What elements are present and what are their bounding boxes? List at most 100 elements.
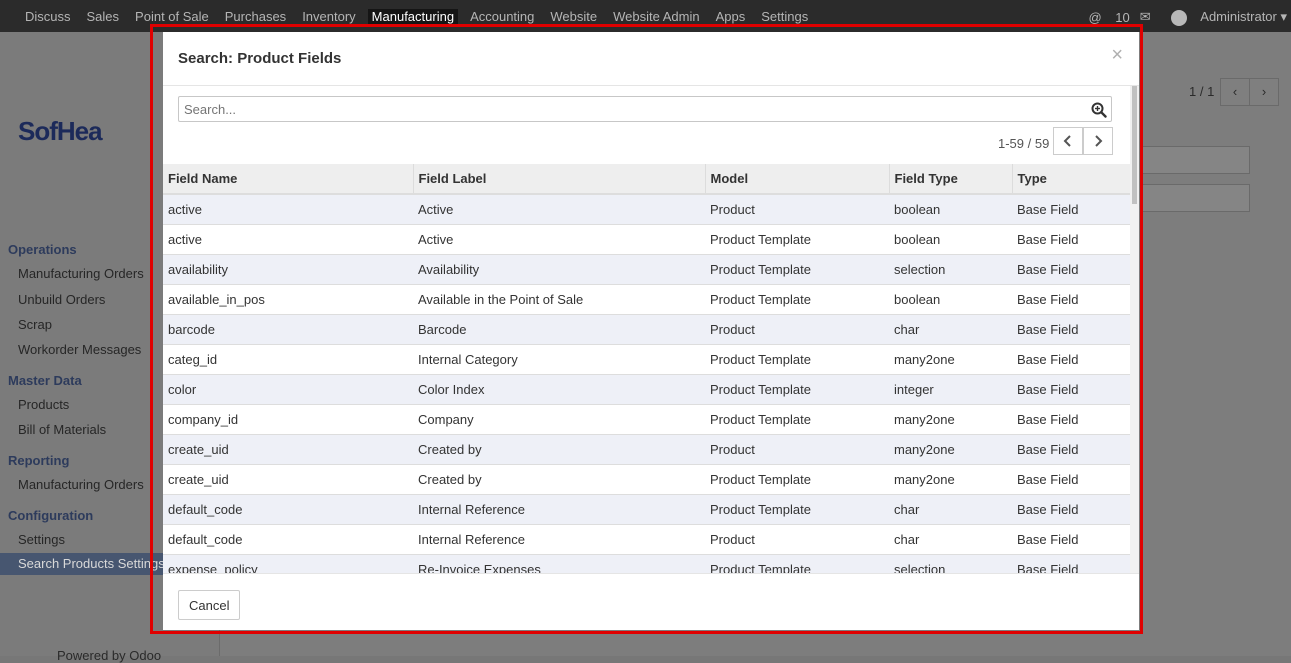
- field-type-cell: boolean: [889, 193, 1012, 225]
- dialog-footer: Cancel: [163, 573, 1139, 631]
- model-cell: Product Template: [705, 224, 889, 255]
- dialog-body: 1-59 / 59 Field Name Field Label Model F…: [163, 86, 1139, 573]
- dialog-title: Search: Product Fields: [178, 50, 342, 67]
- type-cell: Base Field: [1012, 314, 1130, 345]
- table-row[interactable]: categ_id Internal Category Product Templat…: [163, 344, 1130, 375]
- field-label-cell: Created by: [413, 434, 705, 465]
- column-header-field-type[interactable]: Field Type: [888, 164, 1012, 195]
- table-row[interactable]: create_uid Created by Product Template many…: [163, 464, 1130, 495]
- model-cell: Product Template: [705, 284, 889, 315]
- table-row[interactable]: company_id Company Product Template many2on…: [163, 404, 1130, 435]
- model-cell: Product: [705, 314, 889, 345]
- sidebar-item-unbuild-orders[interactable]: Unbuild Orders: [18, 292, 105, 307]
- menu-inventory[interactable]: Inventory: [302, 9, 355, 24]
- type-cell: Base Field: [1012, 404, 1130, 435]
- chat-icon[interactable]: ✉: [1140, 9, 1151, 25]
- dialog-header: Search: Product Fields ×: [163, 32, 1139, 86]
- notifications-count: 10: [1115, 9, 1130, 25]
- column-header-field-name[interactable]: Field Name: [163, 164, 413, 195]
- pager-previous-button[interactable]: [1053, 127, 1083, 155]
- field-type-cell: selection: [889, 554, 1012, 573]
- field-label-cell: Available in the Point of Sale: [413, 284, 705, 315]
- sidebar-item-products[interactable]: Products: [18, 397, 69, 412]
- menu-settings[interactable]: Settings: [761, 9, 808, 24]
- menu-website-admin[interactable]: Website Admin: [613, 9, 699, 24]
- sidebar-section-configuration: Configuration: [8, 508, 94, 523]
- field-label-cell: Internal Category: [413, 344, 705, 375]
- table-row[interactable]: expense_policy Re-Invoice Expenses Product…: [163, 554, 1130, 573]
- sidebar-item-manufacturing-orders[interactable]: Manufacturing Orders: [18, 266, 144, 281]
- field-name-cell: availability: [163, 254, 413, 285]
- field-type-cell: char: [889, 314, 1012, 345]
- type-cell: Base Field: [1012, 434, 1130, 465]
- field-label-cell: Re-Invoice Expenses: [413, 554, 705, 573]
- menu-manufacturing[interactable]: Manufacturing: [367, 9, 459, 24]
- sidebar-item-bill-of-materials[interactable]: Bill of Materials: [18, 422, 106, 437]
- model-cell: Product Template: [705, 254, 889, 285]
- pager-prev-button[interactable]: ‹: [1220, 78, 1250, 106]
- settings-select-1[interactable]: [1140, 146, 1250, 174]
- pager-next-button[interactable]: ›: [1249, 78, 1279, 106]
- column-header-field-label[interactable]: Field Label: [412, 164, 705, 195]
- model-cell: Product Template: [705, 464, 889, 495]
- menu-point-of-sale[interactable]: Point of Sale: [135, 9, 209, 24]
- list-pager-value[interactable]: 1-59 / 59: [998, 136, 1049, 151]
- field-label-cell: Color Index: [413, 374, 705, 405]
- field-name-cell: color: [163, 374, 413, 405]
- table-row[interactable]: default_code Internal Reference Product Te…: [163, 494, 1130, 525]
- scrollbar-thumb[interactable]: [1132, 86, 1137, 204]
- field-type-cell: char: [889, 524, 1012, 555]
- type-cell: Base Field: [1012, 554, 1130, 573]
- user-menu[interactable]: Administrator ▾: [1161, 9, 1287, 26]
- activity-icon[interactable]: @ 10: [1088, 10, 1129, 25]
- field-label-cell: Internal Reference: [413, 524, 705, 555]
- type-cell: Base Field: [1012, 254, 1130, 285]
- field-name-cell: available_in_pos: [163, 284, 413, 315]
- field-type-cell: many2one: [889, 404, 1012, 435]
- company-logo: SofHea: [18, 116, 103, 146]
- sidebar-item-scrap[interactable]: Scrap: [18, 317, 52, 332]
- settings-select-2[interactable]: [1140, 184, 1250, 212]
- table-row[interactable]: barcode Barcode Product char Base Field: [163, 314, 1130, 345]
- menu-discuss[interactable]: Discuss: [25, 9, 71, 24]
- table-row[interactable]: create_uid Created by Product many2one Base …: [163, 434, 1130, 465]
- menu-purchases[interactable]: Purchases: [225, 9, 286, 24]
- model-cell: Product Template: [705, 554, 889, 573]
- field-type-cell: integer: [889, 374, 1012, 405]
- field-label-cell: Internal Reference: [413, 494, 705, 525]
- sidebar-section-reporting: Reporting: [8, 453, 70, 468]
- menu-website[interactable]: Website: [550, 9, 597, 24]
- field-name-cell: categ_id: [163, 344, 413, 375]
- sidebar-item-workorder-messages[interactable]: Workorder Messages: [18, 342, 141, 357]
- field-name-cell: expense_policy: [163, 554, 413, 573]
- search-input[interactable]: [178, 96, 1112, 122]
- menu-apps[interactable]: Apps: [716, 9, 746, 24]
- sidebar-item-reporting-manufacturing-orders[interactable]: Manufacturing Orders: [18, 477, 144, 492]
- close-icon[interactable]: ×: [1111, 44, 1123, 67]
- field-name-cell: create_uid: [163, 434, 413, 465]
- user-name: Administrator: [1200, 9, 1277, 24]
- column-header-model[interactable]: Model: [704, 164, 889, 195]
- table-header-row: Field Name Field Label Model Field Type …: [163, 164, 1130, 195]
- type-cell: Base Field: [1012, 193, 1130, 225]
- sidebar-section-master-data: Master Data: [8, 373, 82, 388]
- chevron-left-icon: [1063, 135, 1071, 147]
- table-row[interactable]: active Active Product boolean Base Field: [163, 193, 1130, 225]
- search-icon[interactable]: [1091, 102, 1107, 118]
- table-row[interactable]: default_code Internal Reference Product cha…: [163, 524, 1130, 555]
- field-name-cell: barcode: [163, 314, 413, 345]
- table-row[interactable]: active Active Product Template boolean Base …: [163, 224, 1130, 255]
- menu-sales[interactable]: Sales: [87, 9, 120, 24]
- cancel-button[interactable]: Cancel: [178, 590, 241, 620]
- column-header-type[interactable]: Type: [1011, 164, 1130, 195]
- menu-accounting[interactable]: Accounting: [470, 9, 534, 24]
- sidebar-item-settings[interactable]: Settings: [18, 532, 65, 547]
- scrollbar[interactable]: [1130, 86, 1139, 573]
- field-name-cell: active: [163, 224, 413, 255]
- field-type-cell: many2one: [889, 464, 1012, 495]
- table-row[interactable]: color Color Index Product Template integer B…: [163, 374, 1130, 405]
- table-row[interactable]: availability Availability Product Template…: [163, 254, 1130, 285]
- field-name-cell: default_code: [163, 524, 413, 555]
- table-row[interactable]: available_in_pos Available in the Point o…: [163, 284, 1130, 315]
- pager-next-button[interactable]: [1083, 127, 1113, 155]
